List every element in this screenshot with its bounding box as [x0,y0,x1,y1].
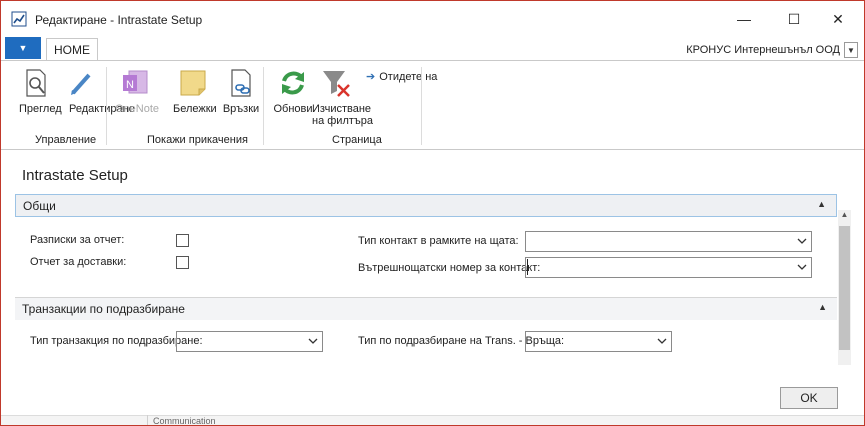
maximize-icon: ☐ [787,10,801,27]
chevron-down-icon [657,338,667,344]
go-to-label: Отидете на [379,70,438,83]
title-bar: Редактиране - Intrastate Setup — ☐ ✕ [1,1,864,37]
report-shipments-label: Отчет за доставки: [30,256,127,268]
refresh-button[interactable]: Обнови [273,67,313,115]
close-button[interactable]: ✕ [816,5,860,33]
company-dropdown-button[interactable]: ▼ [844,42,858,58]
contact-type-label: Тип контакт в рамките на щата: [358,235,519,247]
refresh-icon [282,71,304,95]
report-receipts-checkbox[interactable] [176,234,189,247]
contact-no-label: Вътрешнощатски номер за контакт: [358,262,541,274]
group-separator [263,67,264,145]
refresh-label: Обнови [273,103,313,115]
section-general-header[interactable]: Общи ▲ [15,194,837,217]
background-window [1,415,864,425]
chevron-down-icon [797,264,807,270]
group-separator [106,67,107,145]
onenote-icon: N [123,70,148,94]
company-name: КРОНУС Интернешънъл ООД [686,44,840,56]
links-button[interactable]: Връзки [221,67,261,115]
chevron-down-icon: ▼ [847,45,855,55]
onenote-button[interactable]: N OneNote [115,67,160,115]
report-shipments-checkbox[interactable] [176,256,189,269]
chevron-up-icon[interactable]: ▲ [817,199,826,209]
default-trans-type-select[interactable] [176,331,323,352]
close-icon: ✕ [832,10,844,27]
view-icon [26,69,46,97]
edit-label: Редактиране [69,103,135,115]
background-label: Communication [153,416,216,426]
section-default-transactions-title: Транзакции по подразбиране [22,302,185,316]
minimize-icon: — [737,11,751,27]
notes-button[interactable]: Бележки [173,67,217,115]
link-icon [231,69,251,97]
file-menu-button[interactable]: ▼ [5,37,41,59]
view-button[interactable]: Преглед [19,67,62,115]
maximize-button[interactable]: ☐ [772,5,816,33]
chevron-up-icon[interactable]: ▲ [818,302,827,312]
scroll-up-icon[interactable]: ▲ [838,210,851,224]
text-cursor [527,259,528,275]
group-label-manage: Управление [35,134,97,146]
default-trans-return-select[interactable] [525,331,672,352]
contact-no-select[interactable] [525,257,812,278]
group-separator [421,67,422,145]
view-label: Преглед [19,103,62,115]
clear-filter-label-line1: Изчистване [312,103,372,115]
chevron-down-icon [308,338,318,344]
note-icon [180,70,206,96]
ok-button[interactable]: OK [780,387,838,409]
page-title: Intrastate Setup [22,167,128,184]
ribbon-tabs: ▼ HOME КРОНУС Интернешънъл ООД ▼ [1,37,864,61]
file-menu-arrow-icon: ▼ [18,43,28,53]
ribbon: Преглед Редактиране N OneNote Бележки Вр… [1,60,864,150]
pencil-icon [71,73,91,95]
clear-filter-button[interactable]: Изчистване на филтъра [312,67,374,127]
group-label-page: Страница [332,134,382,146]
edit-button[interactable]: Редактиране [65,67,135,115]
clear-filter-label-line2: на филтъра [312,115,374,127]
report-receipts-label: Разписки за отчет: [30,234,125,246]
minimize-button[interactable]: — [722,5,766,33]
contact-type-select[interactable] [525,231,812,252]
go-to-button[interactable]: ➔ Отидете на [366,70,438,84]
background-divider [147,415,148,425]
scroll-thumb[interactable] [839,226,850,350]
notes-label: Бележки [173,103,217,115]
section-general-title: Общи [23,199,56,213]
tab-home[interactable]: HOME [46,38,98,61]
form-content: Общи ▲ Разписки за отчет: Отчет за доста… [15,194,837,369]
edit-window: Редактиране - Intrastate Setup — ☐ ✕ ▼ H… [0,0,865,426]
chevron-down-icon [797,238,807,244]
app-icon [11,11,27,27]
clear-filter-icon [323,71,350,97]
links-label: Връзки [222,103,260,115]
vertical-scrollbar[interactable]: ▲ [838,210,851,365]
svg-text:N: N [126,79,134,91]
arrow-right-icon: ➔ [366,71,376,83]
section-default-transactions-header[interactable]: Транзакции по подразбиране ▲ [15,297,837,320]
onenote-label: OneNote [115,103,160,115]
group-label-show-attached: Покажи прикачения [147,134,248,146]
window-title: Редактиране - Intrastate Setup [35,13,203,27]
